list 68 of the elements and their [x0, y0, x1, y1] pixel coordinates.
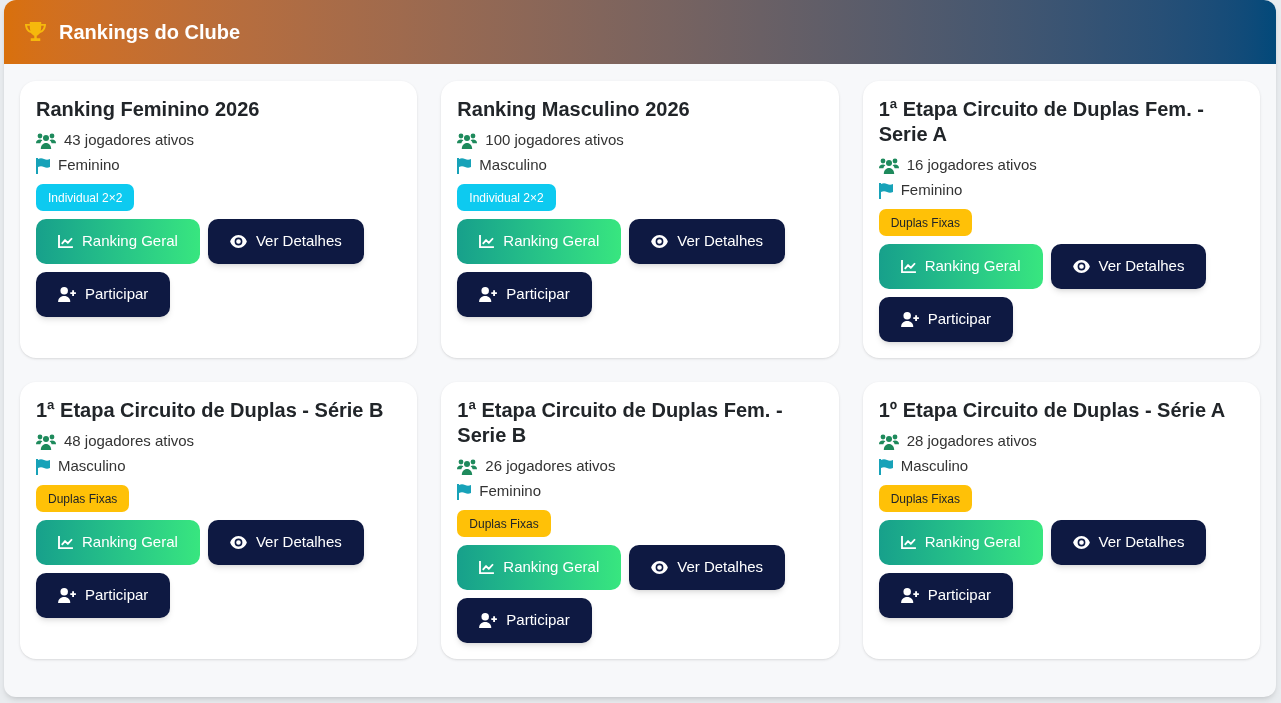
add-user-icon: [900, 312, 919, 327]
add-user-icon: [479, 287, 498, 302]
flag-icon: [36, 458, 50, 475]
add-user-icon: [58, 588, 76, 603]
format-badge: Individual 2×2: [36, 184, 135, 211]
details-button[interactable]: Ver Detalhes: [207, 520, 364, 565]
details-button[interactable]: Ver Detalhes: [629, 219, 786, 264]
format-badge: Duplas Fixas: [457, 510, 551, 537]
eye-icon: [1072, 536, 1090, 549]
category-label: Feminino: [900, 180, 963, 201]
users-icon: [878, 157, 899, 174]
details-button[interactable]: Ver Detalhes: [1050, 520, 1207, 565]
eye-icon: [229, 235, 247, 248]
category-label: Feminino: [479, 481, 542, 502]
join-button[interactable]: Participar: [878, 573, 1013, 618]
details-button[interactable]: Ver Detalhes: [1050, 244, 1207, 289]
users-icon: [457, 458, 478, 475]
eye-icon: [1072, 260, 1090, 273]
card-title: 1º Etapa Circuito de Duplas - Série A: [878, 398, 1226, 423]
join-button[interactable]: Participar: [36, 272, 171, 317]
join-button[interactable]: Participar: [878, 297, 1013, 342]
player-count: 16 jogadores ativos: [906, 155, 1037, 176]
eye-icon: [651, 561, 669, 574]
category-label: Feminino: [58, 155, 120, 176]
add-user-icon: [900, 588, 919, 603]
line-chart-icon: [58, 536, 73, 549]
line-chart-icon: [479, 235, 495, 248]
line-chart-icon: [900, 536, 916, 549]
users-icon: [36, 132, 56, 149]
flag-icon: [457, 157, 472, 174]
category-label: Masculino: [900, 456, 969, 477]
join-button[interactable]: Participar: [457, 598, 592, 643]
flag-icon: [36, 157, 50, 174]
format-badge: Duplas Fixas: [36, 485, 130, 512]
card-title: 1ª Etapa Circuito de Duplas Fem. - Serie A: [878, 97, 1205, 147]
add-user-icon: [58, 287, 76, 302]
format-badge: Duplas Fixas: [878, 209, 972, 236]
format-badge: Individual 2×2: [457, 184, 556, 211]
flag-icon: [878, 182, 893, 199]
card-title: Ranking Masculino 2026: [457, 97, 690, 122]
line-chart-icon: [479, 561, 495, 574]
line-chart-icon: [58, 235, 73, 248]
card-title: 1ª Etapa Circuito de Duplas Fem. - Serie B: [457, 398, 784, 448]
card-title: Ranking Feminino 2026: [36, 97, 260, 122]
add-user-icon: [479, 613, 498, 628]
player-count: 100 jogadores ativos: [485, 130, 624, 151]
join-button[interactable]: Participar: [36, 573, 171, 618]
player-count: 48 jogadores ativos: [64, 431, 195, 452]
flag-icon: [457, 483, 472, 500]
page-title: Rankings do Clube: [59, 20, 241, 45]
join-button[interactable]: Participar: [457, 272, 592, 317]
player-count: 43 jogadores ativos: [64, 130, 195, 151]
details-button[interactable]: Ver Detalhes: [207, 219, 364, 264]
format-badge: Duplas Fixas: [878, 485, 972, 512]
card-title: 1ª Etapa Circuito de Duplas - Série B: [36, 398, 384, 423]
eye-icon: [229, 536, 247, 549]
users-icon: [36, 433, 56, 450]
player-count: 26 jogadores ativos: [485, 456, 616, 477]
category-label: Masculino: [58, 456, 126, 477]
player-count: 28 jogadores ativos: [906, 431, 1037, 452]
users-icon: [457, 132, 478, 149]
eye-icon: [651, 235, 669, 248]
trophy-icon: [24, 21, 47, 43]
details-button[interactable]: Ver Detalhes: [629, 545, 786, 590]
users-icon: [878, 433, 899, 450]
category-label: Masculino: [479, 155, 547, 176]
line-chart-icon: [900, 260, 916, 273]
flag-icon: [878, 458, 893, 475]
